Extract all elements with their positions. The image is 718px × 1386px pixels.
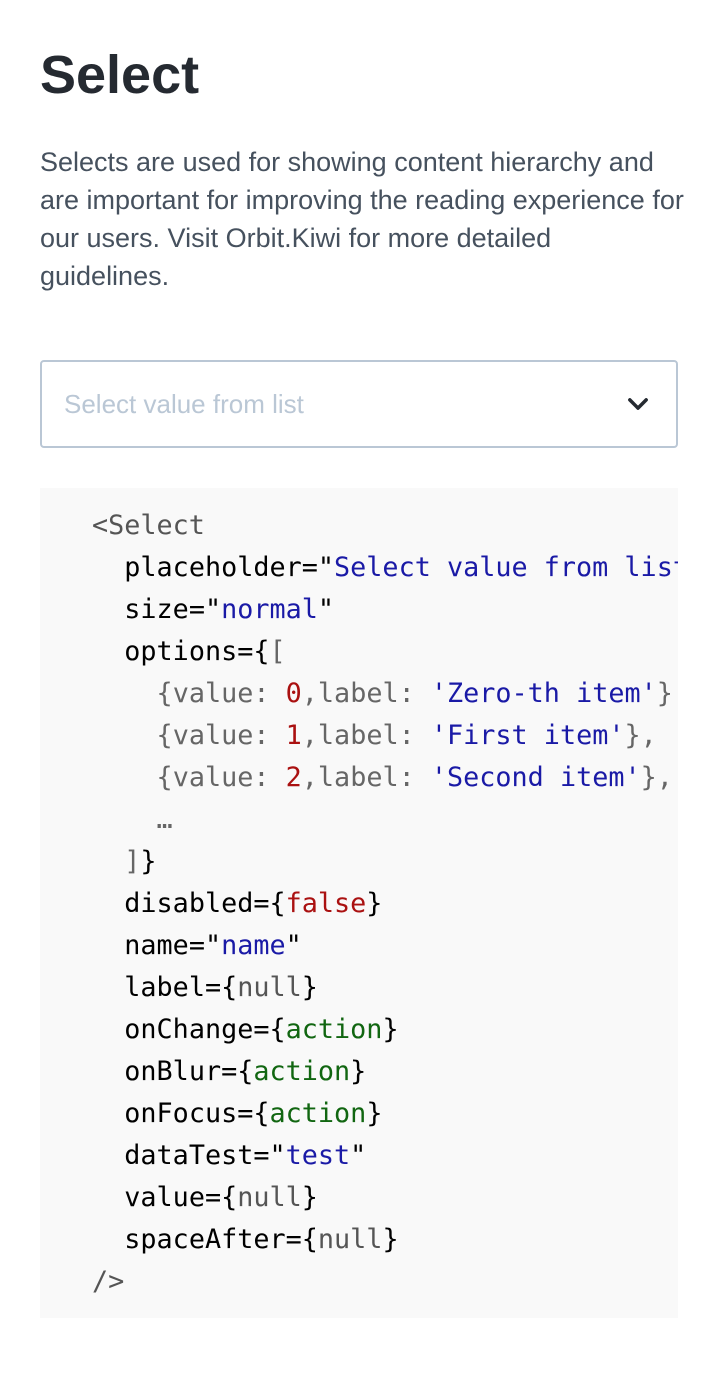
code-line-label: label={null} bbox=[124, 972, 318, 1003]
code-line-onblur: onBlur={action} bbox=[124, 1056, 367, 1087]
code-line-disabled: disabled={false} bbox=[124, 888, 383, 919]
select-dropdown[interactable]: Select value from list bbox=[40, 360, 678, 448]
code-line-option-2: {value: 2,label: 'Second item'}, bbox=[156, 762, 673, 793]
code-line-close: /> bbox=[92, 1266, 125, 1297]
chevron-down-icon bbox=[628, 398, 648, 410]
code-line-option-0: {value: 0,label: 'Zero-th item'}, bbox=[156, 678, 678, 709]
code-line-ellipsis: … bbox=[156, 804, 173, 835]
page-title: Select bbox=[40, 45, 200, 105]
code-example: <Select placeholder="Select value from l… bbox=[40, 488, 678, 1318]
code-line-datatest: dataTest="test" bbox=[124, 1140, 367, 1171]
code-line-options-close: ]} bbox=[124, 846, 157, 877]
code-line-placeholder: placeholder="Select value from list" bbox=[124, 552, 678, 583]
code-line-option-1: {value: 1,label: 'First item'}, bbox=[156, 720, 657, 751]
code-line-size: size="normal" bbox=[124, 594, 335, 625]
code-line-onchange: onChange={action} bbox=[124, 1014, 399, 1045]
code-line-options: options={[ bbox=[124, 636, 286, 667]
code-line-open: <Select bbox=[92, 510, 205, 541]
code-line-name: name="name" bbox=[124, 930, 302, 961]
code-line-onfocus: onFocus={action} bbox=[124, 1098, 383, 1129]
code-line-value: value={null} bbox=[124, 1182, 318, 1213]
code-line-spaceafter: spaceAfter={null} bbox=[124, 1224, 399, 1255]
code-block: <Select placeholder="Select value from l… bbox=[92, 505, 678, 1303]
select-placeholder: Select value from list bbox=[64, 389, 304, 419]
page-description: Selects are used for showing content hie… bbox=[40, 147, 684, 291]
